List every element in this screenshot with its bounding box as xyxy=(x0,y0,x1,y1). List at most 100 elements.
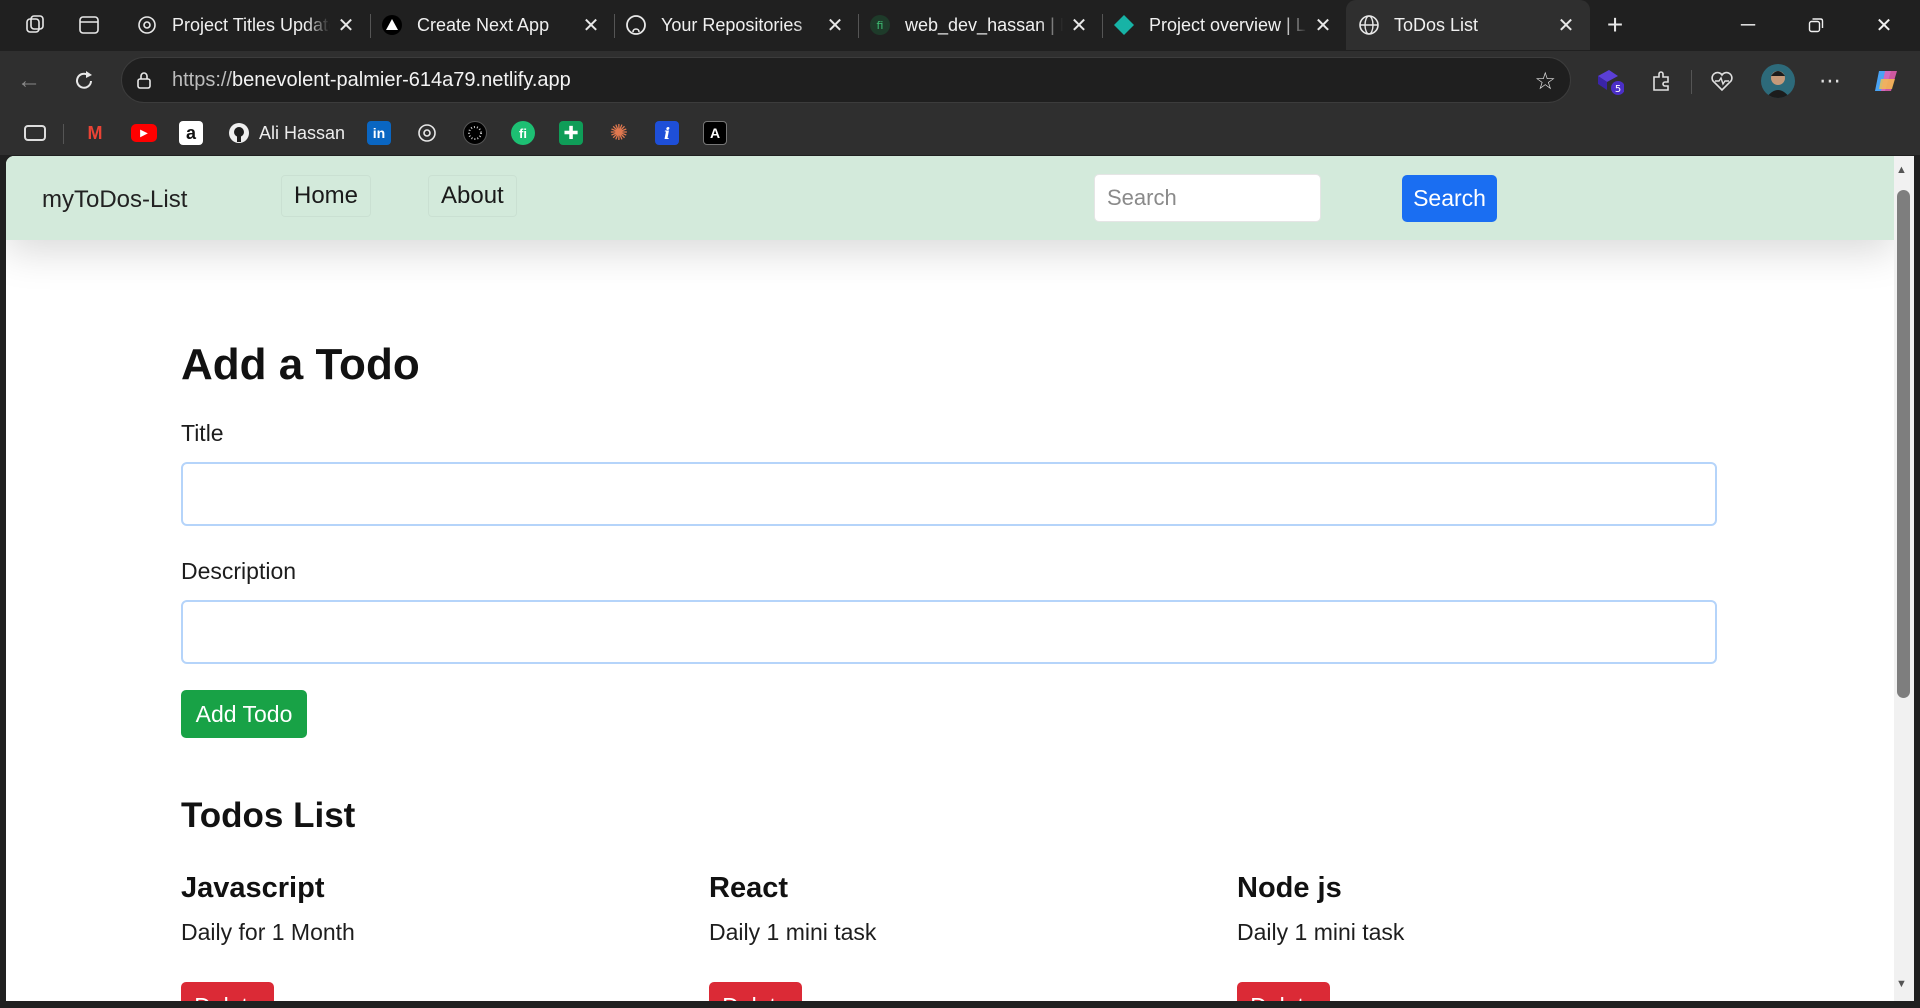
todo-description: Daily for 1 Month xyxy=(181,919,355,945)
dots-globe-icon xyxy=(463,121,487,145)
bookmark-linkedin[interactable]: in xyxy=(367,120,391,146)
bookmark-chatgpt[interactable] xyxy=(415,120,439,146)
bookmark-claude[interactable]: ✺ xyxy=(607,120,631,146)
tab-project-titles[interactable]: Project Titles Update ✕ xyxy=(136,0,356,50)
nav-about-link[interactable]: About xyxy=(428,175,517,217)
nav-home-link[interactable]: Home xyxy=(281,175,372,217)
extension-icon[interactable]: 5 xyxy=(1594,66,1624,96)
bookmark-gmail[interactable]: M xyxy=(83,120,107,146)
bookmark-fiverr[interactable]: fi xyxy=(511,120,535,146)
bookmark-divider xyxy=(63,124,64,144)
tab-separator xyxy=(370,14,371,38)
delete-todo-button[interactable]: Delete xyxy=(1237,982,1330,1001)
sheets-icon: ✚ xyxy=(559,121,583,145)
close-tab-icon[interactable]: ✕ xyxy=(581,13,601,38)
gmail-icon: M xyxy=(87,122,103,143)
tab-bar: Project Titles Update ✕ Create Next App … xyxy=(0,0,1920,51)
bookmark-sheets[interactable]: ✚ xyxy=(559,120,583,146)
todo-card: Javascript Daily for 1 Month Delete xyxy=(181,872,681,1001)
diamond-icon xyxy=(1113,14,1135,36)
scroll-down-arrow-icon[interactable]: ▼ xyxy=(1896,978,1907,990)
artstation-icon: A xyxy=(703,121,727,145)
scroll-up-arrow-icon[interactable]: ▲ xyxy=(1896,164,1907,176)
bookmark-perplexity[interactable] xyxy=(463,120,487,146)
lock-icon[interactable] xyxy=(134,70,154,90)
new-tab-icon[interactable]: + xyxy=(1600,9,1630,40)
todo-card: Node js Daily 1 mini task Delete xyxy=(1237,872,1737,1001)
more-options-icon[interactable]: ⋯ xyxy=(1815,66,1845,96)
tab-web-dev-hassan[interactable]: fi web_dev_hassan | F ✕ xyxy=(869,0,1089,50)
close-tab-icon[interactable]: ✕ xyxy=(1556,13,1576,38)
close-tab-icon[interactable]: ✕ xyxy=(336,13,356,38)
close-tab-icon[interactable]: ✕ xyxy=(1069,13,1089,38)
browser-essentials-heart-icon[interactable] xyxy=(1707,66,1737,96)
page-viewport: myToDos-List Home About Search Add a Tod… xyxy=(6,156,1894,1001)
refresh-icon[interactable] xyxy=(67,64,101,98)
extension-badge: 5 xyxy=(1615,84,1621,95)
description-label: Description xyxy=(181,558,297,584)
description-input[interactable] xyxy=(181,600,1717,664)
address-bar-row: ← https://benevolent-palmier-614a79.netl… xyxy=(0,51,1920,111)
back-icon[interactable]: ← xyxy=(12,64,46,98)
bookmark-youtube[interactable]: ▶ xyxy=(131,120,157,146)
youtube-icon: ▶ xyxy=(131,124,157,142)
reading-list-icon xyxy=(24,125,46,141)
profile-avatar[interactable] xyxy=(1761,64,1795,98)
search-button[interactable]: Search xyxy=(1402,175,1497,222)
bookmark-info[interactable]: i xyxy=(655,120,679,146)
amazon-icon: a xyxy=(179,121,203,145)
bookmark-github-ali-hassan[interactable]: Ali Hassan xyxy=(227,120,345,146)
tab-separator xyxy=(1102,14,1103,38)
bookmark-reading-list[interactable] xyxy=(24,120,46,146)
search-input[interactable] xyxy=(1094,174,1321,222)
delete-todo-button[interactable]: Delete xyxy=(181,982,274,1001)
copilot-icon[interactable] xyxy=(1871,66,1901,96)
address-bar[interactable]: https://benevolent-palmier-614a79.netlif… xyxy=(121,57,1571,103)
site-brand[interactable]: myToDos-List xyxy=(42,186,187,214)
chatgpt-icon xyxy=(136,14,158,36)
linkedin-icon: in xyxy=(367,121,391,145)
tab-title: Project Titles Update xyxy=(172,14,330,35)
add-todo-button[interactable]: Add Todo xyxy=(181,690,307,738)
delete-todo-button[interactable]: Delete xyxy=(709,982,802,1001)
svg-text:fi: fi xyxy=(877,19,884,32)
tab-project-overview[interactable]: Project overview | L ✕ xyxy=(1113,0,1333,50)
tab-create-next-app[interactable]: Create Next App ✕ xyxy=(381,0,601,50)
restore-icon[interactable] xyxy=(1782,0,1850,50)
title-input[interactable] xyxy=(181,462,1717,526)
workspaces-icon[interactable] xyxy=(20,10,50,40)
url-text: https://benevolent-palmier-614a79.netlif… xyxy=(172,69,571,91)
tab-separator xyxy=(614,14,615,38)
bookmark-artstation[interactable]: A xyxy=(703,120,727,146)
scrollbar-thumb[interactable] xyxy=(1897,190,1910,698)
bookmark-label: Ali Hassan xyxy=(259,122,346,143)
toolbar-divider xyxy=(1691,70,1692,94)
tab-title: Create Next App xyxy=(417,14,550,35)
tab-your-repositories[interactable]: Your Repositories ✕ xyxy=(625,0,845,50)
todo-title: React xyxy=(709,872,788,904)
minimize-icon[interactable]: ─ xyxy=(1714,0,1782,50)
claude-sparkle-icon: ✺ xyxy=(609,120,629,145)
fiverr-icon: fi xyxy=(869,14,891,36)
tab-title: web_dev_hassan | F xyxy=(905,14,1063,35)
tab-actions-icon[interactable] xyxy=(74,10,104,40)
globe-icon xyxy=(1358,14,1380,36)
nextjs-triangle-icon xyxy=(381,14,403,36)
todo-description: Daily 1 mini task xyxy=(1237,919,1405,945)
favorite-star-icon[interactable]: ☆ xyxy=(1534,67,1556,96)
extensions-puzzle-icon[interactable] xyxy=(1646,66,1676,96)
todo-title: Node js xyxy=(1237,872,1342,904)
chatgpt-icon xyxy=(415,121,439,145)
todo-title: Javascript xyxy=(181,872,325,904)
github-icon xyxy=(227,121,251,145)
title-label: Title xyxy=(181,420,224,446)
close-tab-icon[interactable]: ✕ xyxy=(825,13,845,38)
close-window-icon[interactable]: ✕ xyxy=(1850,0,1918,50)
site-navbar: myToDos-List Home About Search xyxy=(6,156,1894,240)
bookmarks-bar: M ▶ a Ali Hassan in fi ✚ ✺ i A xyxy=(0,111,1920,155)
tab-todos-list[interactable]: ToDos List ✕ xyxy=(1346,0,1590,50)
todos-list-heading: Todos List xyxy=(181,796,356,835)
bookmark-amazon[interactable]: a xyxy=(179,120,203,146)
close-tab-icon[interactable]: ✕ xyxy=(1313,13,1333,38)
tab-title: Project overview | L xyxy=(1149,14,1306,35)
